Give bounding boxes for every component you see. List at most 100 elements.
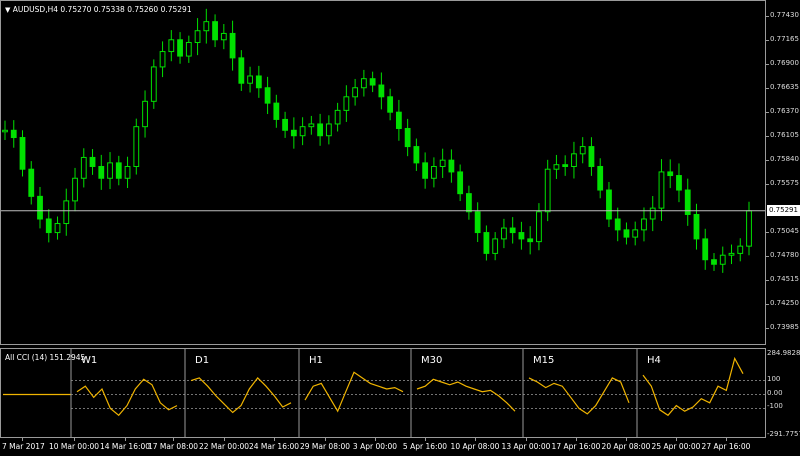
time-tick-mark [224, 438, 225, 441]
candle [72, 167, 78, 212]
time-tick-label: 14 Mar 16:00 [99, 442, 151, 451]
time-tick-label: 7 Mar 2017 [2, 442, 45, 451]
candle [185, 35, 192, 63]
candle [667, 159, 674, 189]
candle [527, 226, 534, 255]
candle [509, 217, 516, 244]
cci-low-label: -291.7757 [767, 430, 800, 438]
candle [264, 76, 271, 115]
candle [54, 216, 61, 240]
price-tick-label: 0.76900 [770, 59, 799, 68]
candle [194, 18, 201, 56]
price-tick-label: 0.77165 [770, 35, 799, 44]
time-tick-label: 10 Apr 08:00 [450, 442, 500, 451]
candle [343, 85, 350, 122]
timeframe-label: M30 [421, 355, 442, 366]
timeframe-label: H1 [309, 355, 323, 366]
time-tick-mark [325, 438, 326, 441]
price-chart-area[interactable]: ▼ AUDUSD,H4 0.75270 0.75338 0.75260 0.75… [0, 0, 766, 345]
candle [247, 66, 253, 93]
price-tick-mark [766, 136, 769, 138]
chart-header: ▼ AUDUSD,H4 0.75270 0.75338 0.75260 0.75… [5, 5, 192, 14]
time-tick-label: 20 Apr 08:00 [601, 442, 651, 451]
price-tick-mark [766, 64, 769, 66]
time-tick-label: 17 Mar 08:00 [147, 442, 199, 451]
candle [220, 24, 227, 50]
candle [658, 159, 665, 221]
candle [614, 207, 621, 242]
candle [203, 8, 210, 44]
price-tick-mark [766, 279, 769, 281]
price-tick-label: 0.73985 [770, 322, 799, 331]
cci-line-w1 [76, 378, 178, 417]
cci-line-d1 [190, 376, 292, 414]
price-tick-mark [766, 327, 769, 329]
time-tick-mark [626, 438, 627, 441]
timeframe-label: D1 [195, 355, 209, 366]
price-tick-mark [766, 184, 769, 186]
candle [439, 148, 446, 178]
time-tick-mark [676, 438, 677, 441]
cci-line-h1 [304, 371, 404, 413]
candle [536, 203, 542, 251]
time-tick-mark [22, 438, 23, 441]
price-tick-label: 0.76105 [770, 131, 799, 140]
candle [448, 149, 455, 183]
candle [702, 228, 709, 270]
candle [632, 221, 639, 246]
candle [641, 207, 647, 242]
time-tick-mark [526, 438, 527, 441]
candle [317, 113, 324, 146]
candle [352, 78, 359, 106]
candle [518, 221, 525, 250]
candle [325, 115, 332, 145]
candle [168, 30, 175, 62]
candle [45, 209, 52, 243]
candle [562, 155, 569, 176]
candle [746, 201, 752, 256]
price-tick-label: 0.75840 [770, 155, 799, 164]
price-tick-label: 0.74515 [770, 274, 799, 283]
candle [623, 222, 630, 245]
cci-level-label: 0.00 [767, 388, 783, 397]
time-tick-mark [576, 438, 577, 441]
candle [649, 196, 656, 232]
candle [107, 152, 113, 190]
candle [404, 118, 411, 157]
candle [378, 72, 385, 110]
time-tick-mark [173, 438, 174, 441]
time-tick-label: 17 Apr 16:00 [551, 442, 601, 451]
time-tick-mark [425, 438, 426, 441]
candle [544, 159, 551, 222]
time-tick-label: 5 Apr 16:00 [402, 442, 448, 451]
candle [474, 202, 481, 243]
candle [308, 115, 315, 135]
time-tick-label: 3 Apr 00:00 [352, 442, 398, 451]
time-tick-label: 13 Apr 00:00 [501, 442, 551, 451]
price-tick-mark [766, 16, 769, 18]
time-tick-mark [726, 438, 727, 441]
candle [229, 20, 236, 71]
candle [606, 181, 612, 228]
time-tick-label: 24 Mar 16:00 [248, 442, 300, 451]
candle [19, 130, 26, 177]
timeframe-label: H4 [647, 355, 661, 366]
candle [212, 14, 218, 48]
candle [299, 117, 306, 146]
candle [10, 120, 17, 148]
candle [2, 120, 8, 141]
candle [177, 32, 183, 64]
cci-indicator-area[interactable]: W1 D1 H1 M30 M15 H4 All CCI (14) 151.2945 [0, 348, 766, 438]
candle [719, 246, 726, 273]
candle [553, 154, 560, 179]
candle [466, 185, 472, 220]
time-tick-label: 22 Mar 00:00 [198, 442, 250, 451]
candle [37, 186, 43, 229]
candle [98, 154, 105, 190]
time-tick-label: 10 Mar 00:00 [48, 442, 100, 451]
candle [413, 138, 420, 171]
candle [282, 111, 288, 138]
candle [124, 156, 131, 189]
chart-menu-triangle-icon[interactable]: ▼ [5, 6, 10, 14]
price-tick-mark [766, 232, 769, 234]
